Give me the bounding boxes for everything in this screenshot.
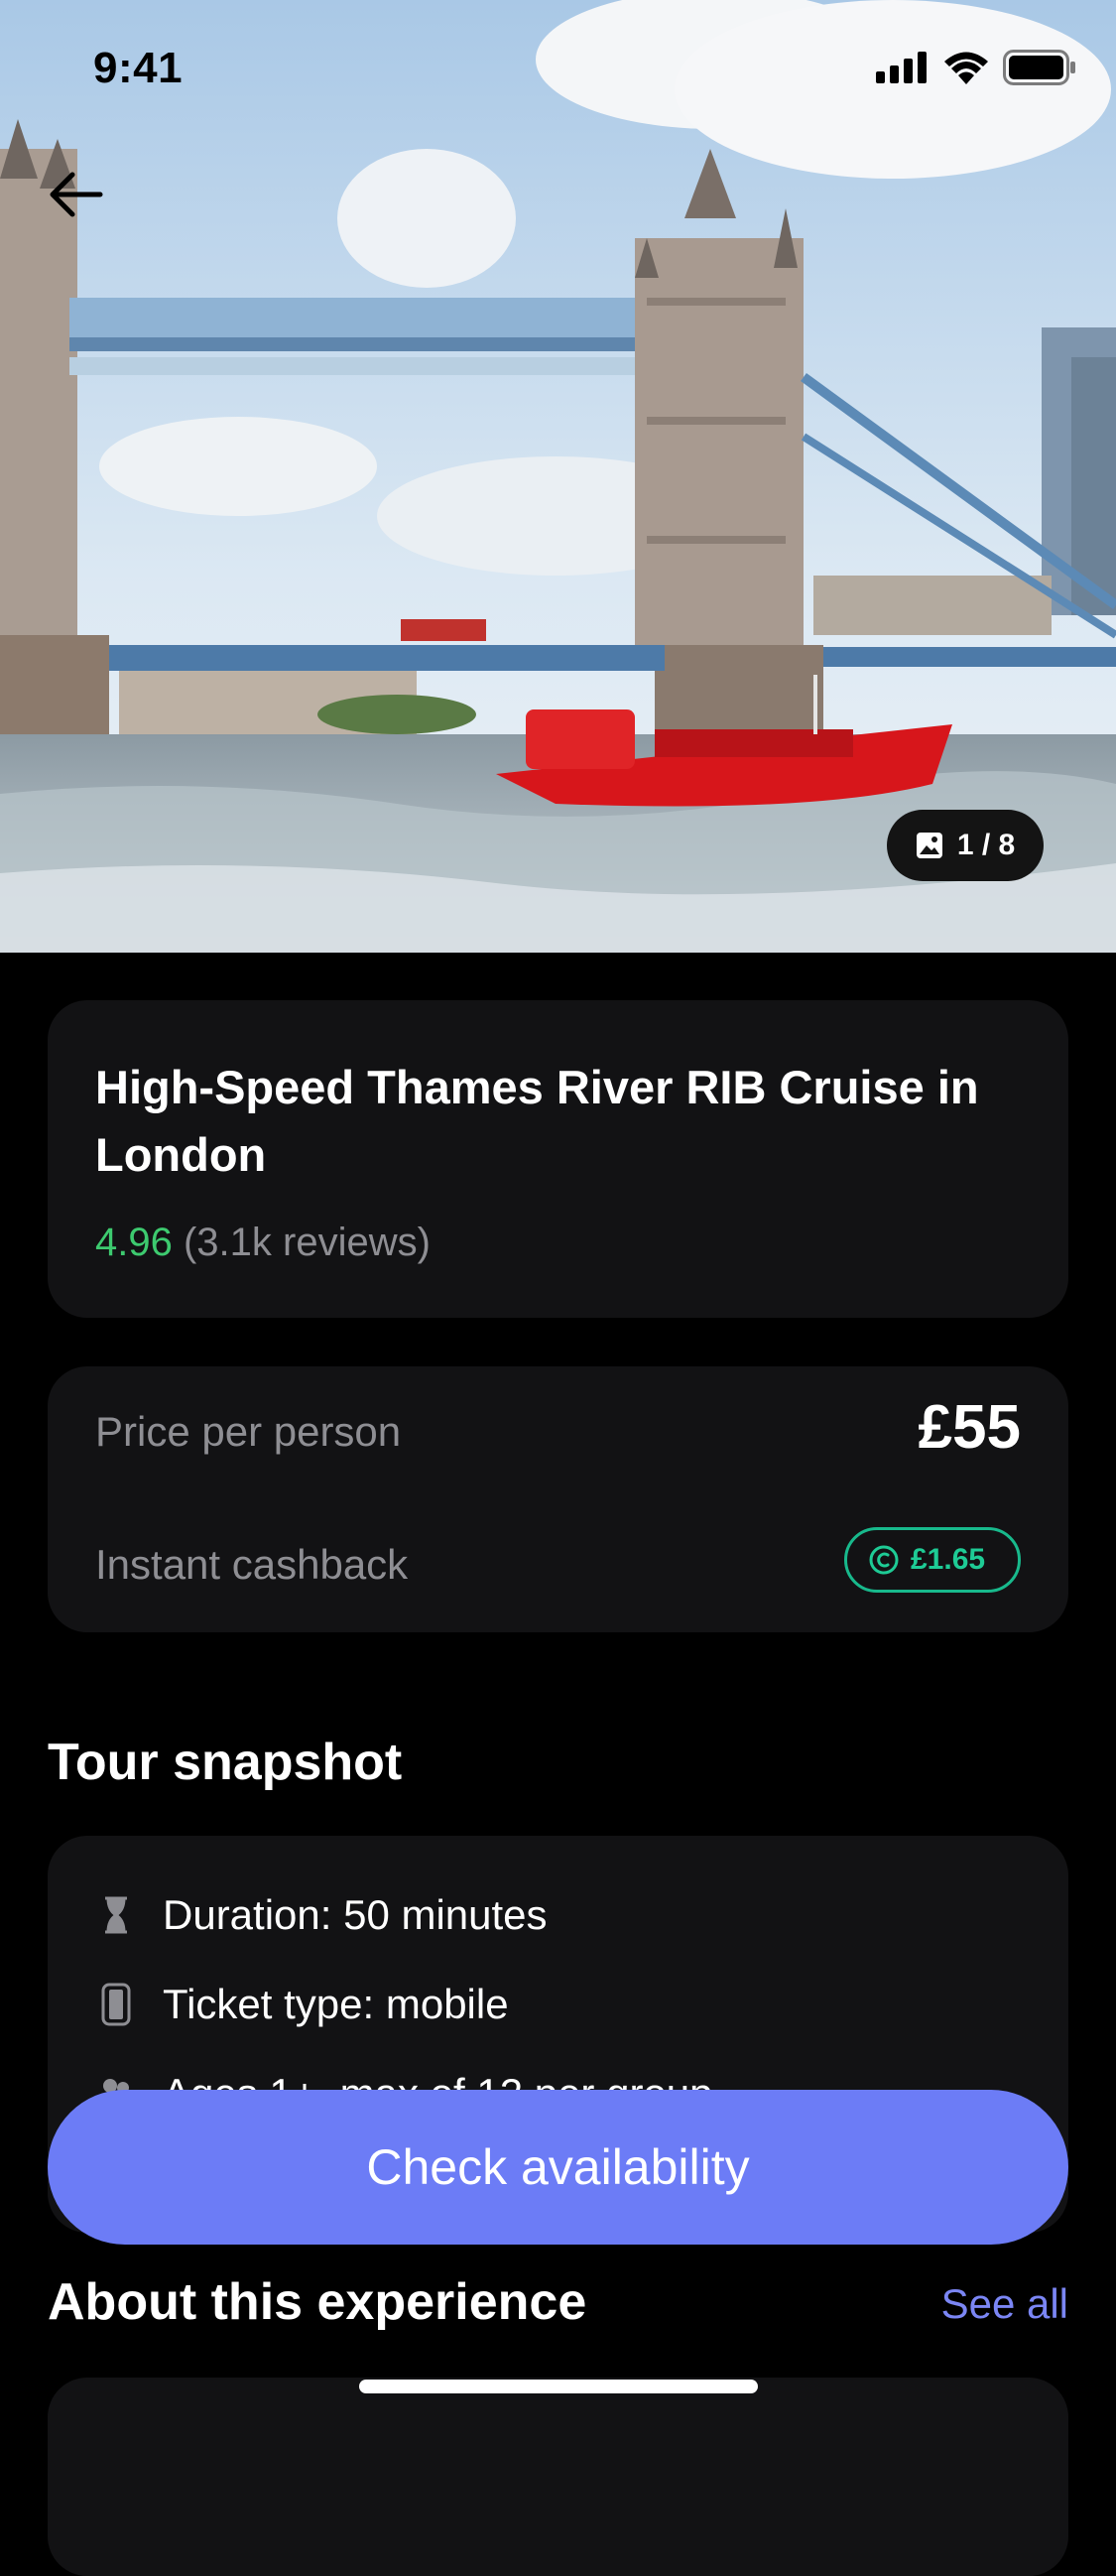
cellular-signal-icon — [876, 52, 927, 83]
check-availability-button[interactable]: Check availability — [48, 2090, 1068, 2245]
rating-line[interactable]: 4.96 (3.1k reviews) — [95, 1221, 431, 1265]
battery-icon — [1003, 50, 1075, 85]
see-all-link[interactable]: See all — [941, 2280, 1068, 2328]
snapshot-item-text: Duration: 50 minutes — [163, 1891, 548, 1938]
photo-counter[interactable]: 1 / 8 — [887, 810, 1044, 881]
home-indicator[interactable] — [359, 2380, 758, 2393]
about-card — [48, 2378, 1068, 2576]
phone-ticket-icon — [95, 1981, 137, 2028]
reviews-count: (3.1k reviews) — [183, 1221, 431, 1264]
cashback-value: £1.65 — [911, 1543, 986, 1576]
hero-image[interactable]: 9:41 1 / 8 — [0, 0, 1116, 953]
hourglass-icon — [95, 1891, 137, 1939]
arrow-left-icon — [50, 172, 103, 217]
wifi-icon — [944, 52, 988, 84]
photo-counter-text: 1 / 8 — [956, 829, 1016, 861]
about-title: About this experience — [48, 2273, 587, 2331]
pricing-card: Price per person £55 Instant cashback £1… — [48, 1366, 1068, 1632]
price-label: Price per person — [95, 1408, 402, 1455]
tour-info-card: High-Speed Thames River RIB Cruise in Lo… — [48, 1000, 1068, 1318]
cashback-coin-icon — [869, 1545, 899, 1575]
status-time: 9:41 — [93, 44, 184, 92]
image-icon — [916, 833, 942, 858]
snapshot-item-duration: Duration: 50 minutes — [95, 1891, 548, 1939]
status-bar: 9:41 — [0, 0, 1116, 139]
snapshot-item-text: Ticket type: mobile — [163, 1981, 509, 2027]
tour-title: High-Speed Thames River RIB Cruise in Lo… — [95, 1061, 979, 1181]
status-icons — [876, 50, 1076, 85]
price-value: £55 — [918, 1393, 1021, 1462]
rating-value: 4.96 — [95, 1221, 173, 1264]
snapshot-title: Tour snapshot — [48, 1734, 403, 1791]
back-button[interactable] — [40, 159, 111, 230]
cashback-label: Instant cashback — [95, 1541, 409, 1588]
snapshot-item-ticket: Ticket type: mobile — [95, 1981, 509, 2028]
cashback-badge[interactable]: £1.65 — [844, 1527, 1021, 1593]
